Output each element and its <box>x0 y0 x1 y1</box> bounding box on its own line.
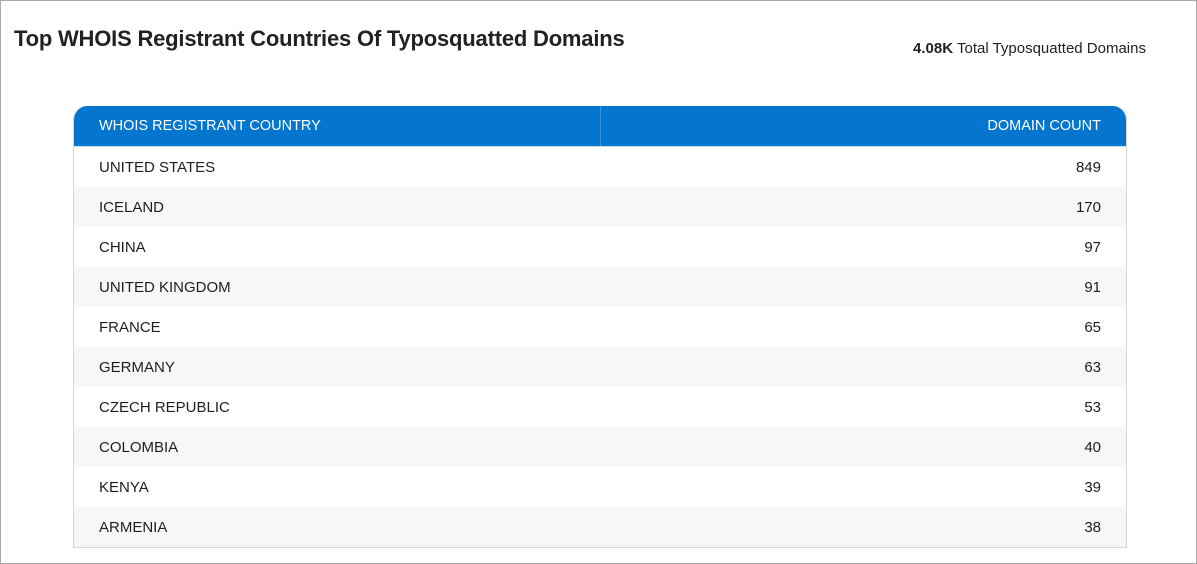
column-header-domain-count[interactable]: DOMAIN COUNT <box>600 106 1126 147</box>
table-row[interactable]: CZECH REPUBLIC 53 <box>74 387 1126 427</box>
domain-count-cell: 170 <box>600 187 1126 227</box>
table-row[interactable]: CHINA 97 <box>74 227 1126 267</box>
table-row[interactable]: COLOMBIA 40 <box>74 427 1126 467</box>
country-cell: GERMANY <box>74 347 600 387</box>
country-cell: ARMENIA <box>74 507 600 547</box>
country-cell: ICELAND <box>74 187 600 227</box>
table-row[interactable]: GERMANY 63 <box>74 347 1126 387</box>
country-cell: UNITED KINGDOM <box>74 267 600 307</box>
domain-count-cell: 849 <box>600 146 1126 187</box>
widget-title: Top WHOIS Registrant Countries Of Typosq… <box>14 26 625 51</box>
domain-count-cell: 65 <box>600 307 1126 347</box>
total-value: 4.08K <box>913 40 954 57</box>
country-cell: KENYA <box>74 467 600 507</box>
domain-count-cell: 38 <box>600 507 1126 547</box>
total-summary: 4.08K Total Typosquatted Domains <box>913 40 1146 57</box>
domain-count-cell: 97 <box>600 227 1126 267</box>
country-cell: CZECH REPUBLIC <box>74 387 600 427</box>
table-row[interactable]: UNITED STATES 849 <box>74 146 1126 187</box>
table-row[interactable]: UNITED KINGDOM 91 <box>74 267 1126 307</box>
country-cell: COLOMBIA <box>74 427 600 467</box>
total-label: Total Typosquatted Domains <box>956 40 1146 57</box>
domain-count-cell: 63 <box>600 347 1126 387</box>
country-cell: CHINA <box>74 227 600 267</box>
table-row[interactable]: KENYA 39 <box>74 467 1126 507</box>
widget-panel: Top WHOIS Registrant Countries Of Typosq… <box>0 0 1197 564</box>
country-cell: UNITED STATES <box>74 146 600 187</box>
table-body: UNITED STATES 849 ICELAND 170 CHINA 97 U… <box>74 146 1126 547</box>
table-header: WHOIS REGISTRANT COUNTRY DOMAIN COUNT <box>74 106 1126 147</box>
table-row[interactable]: ICELAND 170 <box>74 187 1126 227</box>
country-table-container: WHOIS REGISTRANT COUNTRY DOMAIN COUNT UN… <box>73 106 1127 548</box>
column-header-country[interactable]: WHOIS REGISTRANT COUNTRY <box>74 106 601 147</box>
domain-count-cell: 39 <box>600 467 1126 507</box>
domain-count-cell: 40 <box>600 427 1126 467</box>
domain-count-cell: 91 <box>600 267 1126 307</box>
country-cell: FRANCE <box>74 307 600 347</box>
domain-count-cell: 53 <box>600 387 1126 427</box>
table-row[interactable]: ARMENIA 38 <box>74 507 1126 547</box>
country-table: WHOIS REGISTRANT COUNTRY DOMAIN COUNT UN… <box>74 106 1126 547</box>
table-row[interactable]: FRANCE 65 <box>74 307 1126 347</box>
table-header-row: WHOIS REGISTRANT COUNTRY DOMAIN COUNT <box>74 106 1126 147</box>
